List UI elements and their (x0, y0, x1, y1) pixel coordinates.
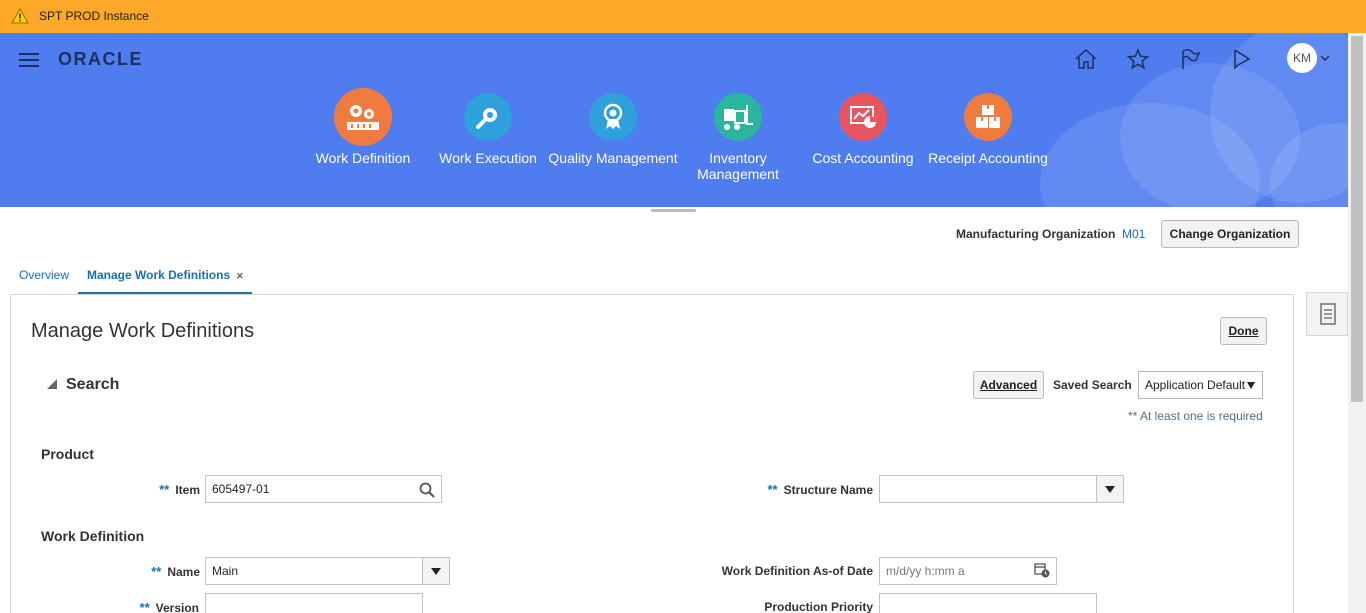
saved-search-value: Application Default (1145, 378, 1246, 392)
warning-icon (11, 8, 29, 24)
production-priority-label: Production Priority (764, 600, 873, 613)
app-label: Cost Accounting (812, 150, 914, 166)
asof-date-label: Work Definition As-of Date (721, 564, 873, 578)
chevron-down-icon (431, 567, 441, 575)
required-note: ** At least one is required (1128, 409, 1263, 423)
item-input[interactable]: 605497-01 (205, 475, 442, 503)
app-receipt-accounting[interactable]: Receipt Accounting (923, 93, 1053, 166)
saved-search-select[interactable]: Application Default (1138, 371, 1263, 399)
chevron-down-icon[interactable] (1320, 54, 1330, 62)
tab-manage-work-definitions[interactable]: Manage Work Definitions (87, 268, 230, 282)
close-tab-button[interactable]: × (236, 268, 244, 283)
product-section-title: Product (41, 446, 94, 462)
app-inventory-management[interactable]: Inventory Management (673, 93, 803, 182)
asof-date-input[interactable]: m/d/yy h:mm a (879, 557, 1057, 585)
calendar-clock-icon[interactable] (1034, 562, 1050, 578)
app-quality-management[interactable]: Quality Management (548, 93, 678, 166)
navigator-menu-button[interactable] (19, 53, 39, 67)
cost-chart-icon (839, 93, 887, 141)
app-cost-accounting[interactable]: Cost Accounting (798, 93, 928, 166)
saved-search-label: Saved Search (1053, 378, 1132, 392)
item-value: 605497-01 (212, 482, 270, 496)
structure-name-label: ** Structure Name (767, 482, 874, 497)
name-dropdown-button[interactable] (422, 558, 449, 584)
instance-name: SPT PROD Instance (39, 9, 149, 23)
springboard-collapse-handle[interactable] (651, 209, 696, 212)
org-label: Manufacturing Organization (956, 227, 1116, 241)
home-icon[interactable] (1073, 47, 1099, 71)
scrollbar-thumb[interactable] (1351, 36, 1363, 402)
search-icon[interactable] (419, 482, 435, 498)
done-button[interactable]: Done (1220, 317, 1267, 345)
collapse-triangle-icon[interactable] (47, 379, 57, 389)
star-icon[interactable] (1125, 47, 1151, 71)
app-work-definition[interactable]: Work Definition (298, 88, 428, 166)
asof-date-placeholder: m/d/yy h:mm a (886, 564, 965, 578)
springboard-header: ORACLE KM Work Definition Work Execution… (0, 33, 1348, 207)
advanced-search-button[interactable]: Advanced (973, 371, 1044, 399)
contextual-panel-button[interactable] (1306, 292, 1348, 336)
app-work-execution[interactable]: Work Execution (423, 93, 553, 166)
change-organization-button[interactable]: Change Organization (1161, 220, 1299, 248)
dropdown-arrow-icon (1247, 382, 1255, 389)
app-label: Work Definition (315, 150, 411, 166)
app-label: Quality Management (548, 150, 678, 166)
app-label: Work Execution (439, 150, 537, 166)
version-input[interactable] (205, 593, 423, 613)
notifications-icon[interactable] (1229, 47, 1255, 71)
gears-icon (334, 88, 392, 146)
boxes-icon (964, 93, 1012, 141)
name-select[interactable]: Main (205, 557, 450, 585)
structure-name-select[interactable] (879, 475, 1124, 503)
oracle-logo[interactable]: ORACLE (58, 49, 143, 70)
chevron-down-icon (1105, 485, 1115, 493)
flag-icon[interactable] (1177, 47, 1203, 71)
document-icon (1320, 303, 1336, 325)
forklift-icon (714, 93, 762, 141)
org-value[interactable]: M01 (1122, 227, 1145, 241)
structure-dropdown-button[interactable] (1096, 476, 1123, 502)
app-label: Inventory Management (697, 150, 779, 182)
version-label: ** Version (139, 600, 199, 613)
name-value: Main (212, 564, 239, 578)
name-label: ** Name (151, 564, 200, 579)
app-label: Receipt Accounting (928, 150, 1048, 166)
instance-warning-bar: SPT PROD Instance (0, 0, 1366, 33)
ribbon-icon (589, 93, 637, 141)
user-avatar[interactable]: KM (1287, 43, 1317, 73)
tab-overview[interactable]: Overview (19, 268, 69, 282)
work-definition-section-title: Work Definition (41, 528, 145, 544)
wrench-gear-icon (464, 93, 512, 141)
search-section-title[interactable]: Search (66, 376, 119, 394)
production-priority-input[interactable] (879, 593, 1097, 613)
item-label: ** Item (159, 482, 200, 497)
page-title: Manage Work Definitions (31, 320, 255, 342)
